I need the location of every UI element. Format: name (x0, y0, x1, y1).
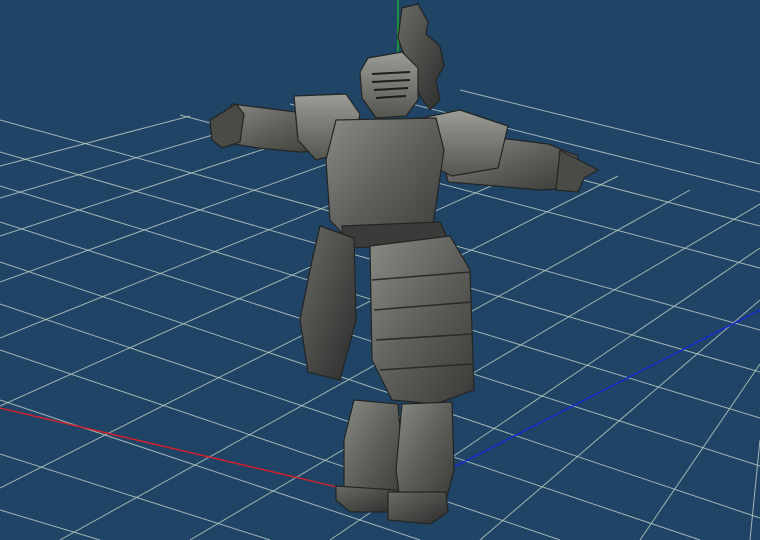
tasset-right (369, 235, 475, 405)
viewport-scene[interactable] (0, 0, 760, 540)
right-boot (387, 491, 449, 525)
z-axis-line (451, 309, 760, 469)
knight-model[interactable] (209, 3, 600, 525)
left-leg (343, 399, 405, 501)
left-gauntlet (209, 103, 245, 149)
tasset-left (299, 225, 357, 381)
right-leg (395, 401, 455, 501)
x-axis-line (0, 407, 351, 491)
3d-viewport[interactable] (0, 0, 760, 540)
helmet (359, 51, 419, 119)
